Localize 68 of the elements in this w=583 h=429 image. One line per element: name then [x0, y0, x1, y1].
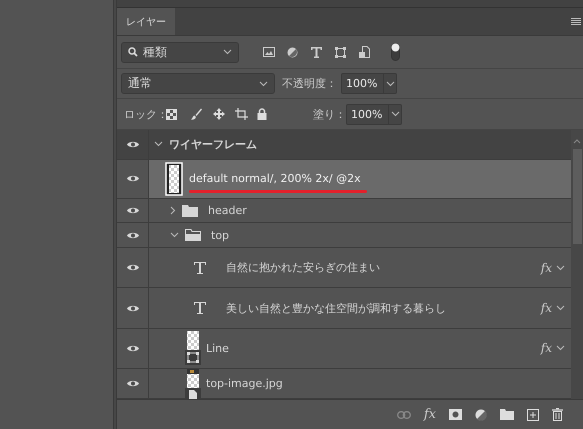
layers-tab[interactable]: レイヤー	[117, 8, 175, 35]
eye-icon[interactable]	[126, 379, 140, 388]
lock-label: ロック：	[124, 106, 166, 122]
lock-icon[interactable]	[257, 108, 267, 120]
eye-icon[interactable]	[126, 263, 140, 272]
fill-field[interactable]: 100%	[346, 104, 402, 124]
blend-mode-value: 通常	[128, 75, 152, 92]
effects-indicator[interactable]: fx	[540, 301, 552, 316]
effects-indicator[interactable]: fx	[540, 260, 552, 275]
layer-name: 美しい自然と豊かな住空間が調和する暮らし	[226, 300, 446, 316]
eye-icon[interactable]	[126, 140, 140, 149]
folder-icon[interactable]	[500, 409, 514, 420]
blend-mode-dropdown[interactable]: 通常	[121, 73, 275, 94]
chevron-down-icon[interactable]	[154, 141, 163, 148]
layer-name: top-image.jpg	[206, 377, 283, 390]
eye-icon[interactable]	[126, 344, 140, 353]
eye-icon[interactable]	[126, 304, 140, 313]
folder-icon	[185, 229, 201, 242]
opacity-field[interactable]: 100%	[341, 73, 397, 94]
chevron-down-icon[interactable]	[556, 305, 565, 312]
chevron-down-icon[interactable]	[556, 345, 565, 352]
transform-box-icon[interactable]	[335, 46, 346, 58]
opacity-label: 不透明度：	[282, 76, 338, 91]
new-layer-icon[interactable]	[527, 408, 539, 420]
scroll-up-icon[interactable]	[573, 139, 581, 144]
layer-name: ワイヤーフレーム	[169, 136, 257, 152]
layer-name: header	[208, 204, 247, 218]
half-circle-icon[interactable]	[475, 408, 487, 420]
effects-button[interactable]: fx	[424, 407, 436, 422]
crop-icon[interactable]	[235, 108, 248, 120]
caret-down-icon	[390, 111, 400, 117]
folder-icon	[182, 204, 198, 217]
trash-icon[interactable]	[552, 408, 563, 421]
move-icon[interactable]	[213, 108, 225, 120]
text-layer-icon	[193, 260, 207, 275]
text-layer-icon	[193, 301, 207, 316]
caret-down-icon	[259, 80, 268, 86]
eye-icon[interactable]	[126, 206, 140, 216]
chevron-down-icon[interactable]	[556, 264, 565, 271]
effects-indicator[interactable]: fx	[540, 341, 552, 356]
eye-icon[interactable]	[126, 174, 140, 184]
layer-thumbnail-icon	[165, 162, 183, 196]
selected-layer-row[interactable]: default normal/, 200% 2x/ @2x	[149, 160, 571, 198]
checkerboard-icon[interactable]	[166, 108, 177, 120]
fill-label: 塗り：	[313, 106, 346, 122]
layer-row[interactable]: ワイヤーフレーム	[149, 130, 571, 159]
layer-name: top	[211, 228, 230, 242]
filter-dropdown[interactable]: 種類	[121, 42, 239, 62]
chevron-right-icon[interactable]	[170, 206, 176, 216]
filter-value: 種類	[143, 44, 167, 60]
image-icon[interactable]	[263, 47, 275, 57]
menu-icon[interactable]	[571, 18, 581, 25]
search-icon	[128, 47, 138, 57]
mask-icon[interactable]	[449, 409, 462, 420]
chevron-down-icon[interactable]	[170, 232, 179, 238]
layer-name: Line	[206, 342, 229, 355]
filter-toggle-icon[interactable]	[391, 43, 400, 61]
half-circle-icon[interactable]	[287, 46, 298, 58]
type-icon[interactable]	[311, 46, 322, 58]
layer-name: 自然に抱かれた安らぎの住まい	[226, 260, 380, 276]
smart-object-icon[interactable]	[359, 46, 370, 58]
eye-icon[interactable]	[126, 230, 140, 240]
caret-down-icon	[386, 80, 395, 86]
scrollbar-thumb[interactable]	[572, 149, 582, 244]
shape-thumbnail-icon	[185, 331, 201, 366]
brush-icon[interactable]	[191, 108, 202, 120]
layer-name: default normal/, 200% 2x/ @2x	[189, 172, 361, 186]
caret-down-icon	[223, 49, 232, 55]
